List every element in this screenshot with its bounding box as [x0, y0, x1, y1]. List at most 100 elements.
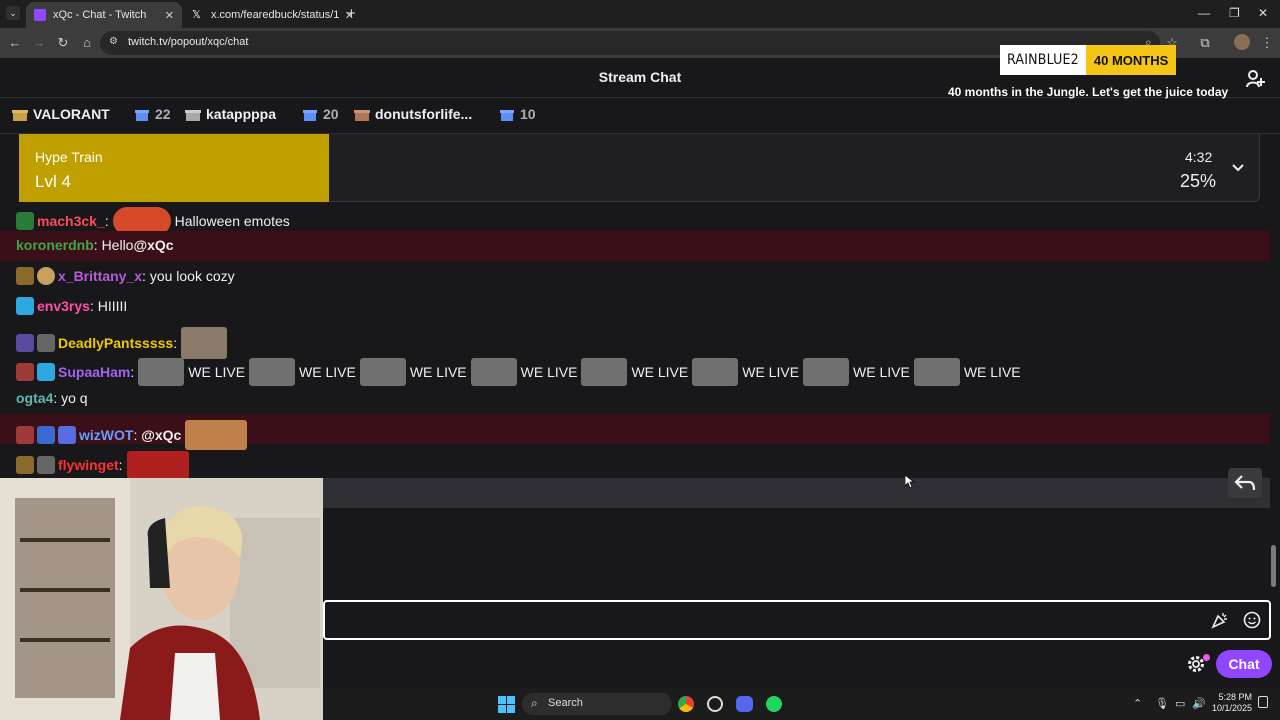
chat-username[interactable]: mach3ck_ [37, 213, 105, 229]
webcam-overlay [0, 478, 323, 720]
power-ups-icon[interactable] [1211, 611, 1229, 629]
chat-message: env3rys: HIIIII [0, 291, 1270, 321]
tab-search-button[interactable]: ⌄ [6, 6, 20, 20]
home-icon[interactable]: ⌂ [78, 34, 96, 52]
chat-text: Halloween emotes [174, 213, 290, 229]
gift-leader-name: VALORANT [33, 106, 110, 122]
chat-username[interactable]: x_Brittany_x [58, 268, 142, 284]
chat-message: mach3ck_: Halloween emotes [0, 201, 1270, 235]
xqc-emote[interactable] [138, 358, 185, 386]
chat-message: flywinget: [0, 445, 1270, 479]
chrome-icon[interactable] [678, 696, 694, 712]
chat-username[interactable]: koronerdnb [16, 237, 94, 253]
gift-leader-1[interactable]: VALORANT [12, 106, 110, 122]
chat-message: ogta4: yo q [0, 384, 1270, 414]
notifications-icon[interactable] [1258, 696, 1268, 708]
chat-message-highlighted: koronerdnb: Hello @xQc [0, 231, 1270, 261]
clock-app-icon[interactable] [707, 696, 723, 712]
gift-count-2: 20 [302, 106, 339, 122]
chat-username[interactable]: wizWOT [79, 427, 133, 443]
microphone-icon[interactable]: 🎙 [1155, 697, 1169, 710]
gift-count: 22 [155, 106, 171, 122]
taskbar-search-label: Search [548, 697, 583, 709]
hype-train-timer: 4:32 [1185, 149, 1213, 165]
chat-username[interactable]: ogta4 [16, 390, 53, 406]
back-icon[interactable]: ← [6, 34, 24, 52]
taskbar-search[interactable]: ⌕ Search [522, 693, 672, 715]
windows-start-icon[interactable] [498, 696, 515, 713]
separator: : [89, 298, 94, 314]
search-icon: ⌕ [531, 696, 538, 710]
xqc-emote[interactable] [249, 358, 296, 386]
mention[interactable]: @xQc [133, 237, 173, 253]
gift-leader-name: donutsforlife... [375, 106, 473, 122]
reload-icon[interactable]: ↻ [54, 34, 72, 52]
chat-input[interactable] [323, 600, 1271, 640]
close-tab-icon[interactable]: ✕ [165, 9, 174, 22]
chat-text: Hello [101, 237, 134, 253]
tab-twitch-chat[interactable]: xQc - Chat - Twitch ✕ [26, 2, 182, 28]
url-text: twitch.tv/popout/xqc/chat [128, 36, 249, 48]
minimize-icon[interactable]: — [1198, 6, 1210, 20]
site-info-icon[interactable]: ⚙ [109, 36, 118, 47]
gift-leader-3[interactable]: donutsforlife... [354, 106, 472, 122]
send-chat-button[interactable]: Chat [1216, 650, 1272, 678]
gift-leaderboard: VALORANT 22 katappppa 20 donutsforlife..… [0, 98, 1280, 134]
chat-message: DeadlyPantsssss: [0, 321, 1270, 359]
gift-icon [12, 110, 28, 121]
xqc-emote[interactable] [692, 358, 739, 386]
chat-username[interactable]: flywinget [58, 457, 119, 473]
xqc-emote[interactable] [470, 358, 517, 386]
browser-menu-icon[interactable]: ⋮ [1258, 34, 1276, 52]
sub-badge-icon [16, 363, 34, 381]
close-window-icon[interactable]: ✕ [1258, 6, 1268, 20]
headset-badge-icon [37, 334, 55, 352]
gift-count: 20 [323, 106, 339, 122]
tray-chevron-icon[interactable]: ⌃ [1133, 697, 1142, 710]
new-tab-button[interactable]: + [347, 5, 356, 22]
chat-text: you look cozy [149, 268, 235, 284]
mention[interactable]: @xQc [141, 427, 181, 443]
taskbar-clock[interactable]: 5:28 PM 10/1/2025 [1212, 692, 1252, 714]
red-emote[interactable] [126, 451, 189, 479]
network-icon[interactable]: ▭ [1175, 697, 1185, 710]
chat-scrollbar[interactable] [1270, 134, 1280, 600]
scrollbar-thumb[interactable] [1271, 545, 1276, 587]
sub-badge-icon [16, 334, 34, 352]
chat-text: WE LIVE [299, 364, 356, 380]
gift-leader-2[interactable]: katappppa [185, 106, 276, 122]
maximize-icon[interactable]: ❐ [1229, 6, 1240, 20]
chat-text: WE LIVE [631, 364, 689, 380]
hype-train-level: Lvl 4 [35, 172, 71, 191]
emote-picker-icon[interactable] [1243, 611, 1261, 629]
tab-x-status[interactable]: 𝕏 x.com/fearedbuck/status/19734 ✕ [184, 2, 362, 28]
reply-icon[interactable] [1228, 468, 1262, 498]
chat-message-highlighted: wizWOT: @xQc [0, 414, 1270, 450]
chat-username[interactable]: SupaaHam [58, 364, 130, 380]
discord-icon[interactable] [736, 696, 753, 712]
bits-badge-icon [58, 426, 76, 444]
hype-train-title: Hype Train [35, 149, 103, 165]
xqc-emote[interactable] [581, 358, 628, 386]
xqc-emote[interactable] [803, 358, 850, 386]
chevron-down-icon[interactable] [1230, 160, 1246, 176]
twitch-icon [34, 9, 46, 21]
volume-icon[interactable]: 🔊 [1192, 697, 1206, 710]
spotify-icon[interactable] [766, 696, 782, 712]
gift-icon [354, 110, 370, 121]
chat-username[interactable]: env3rys [37, 298, 90, 314]
browser-tab-bar: ⌄ xQc - Chat - Twitch ✕ 𝕏 x.com/fearedbu… [0, 0, 1280, 28]
chat-username[interactable]: DeadlyPantsssss [58, 335, 173, 351]
community-users-icon[interactable] [1246, 70, 1266, 88]
sub-announcement-badge: RAINBLUE2 40 MONTHS [1000, 45, 1177, 75]
xqc-emote[interactable] [913, 358, 960, 386]
separator: : [173, 335, 178, 351]
xqc-emote[interactable] [359, 358, 406, 386]
forward-icon[interactable]: → [30, 34, 48, 52]
chat-text: HIIIII [97, 298, 128, 314]
reply-bar[interactable] [323, 478, 1270, 508]
extensions-icon[interactable]: ⧉ [1196, 34, 1214, 52]
gift-icon [135, 110, 149, 121]
profile-avatar[interactable] [1234, 34, 1250, 50]
chat-text: WE LIVE [853, 364, 910, 380]
